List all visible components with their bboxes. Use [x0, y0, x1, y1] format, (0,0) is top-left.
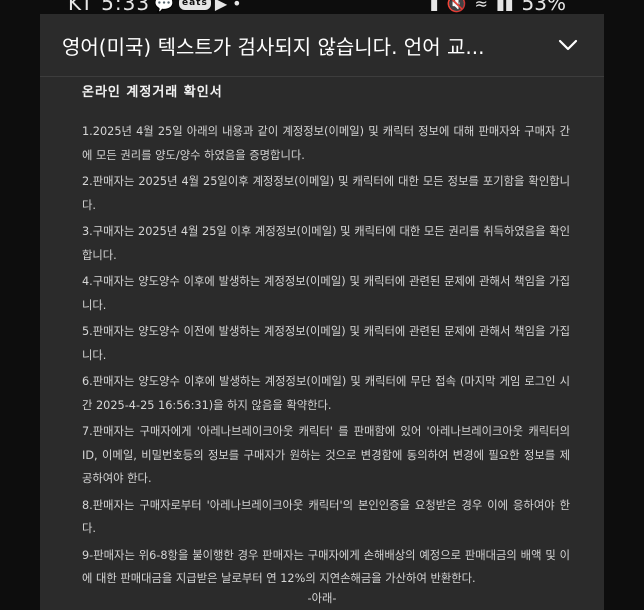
section-marker: -아래- [307, 592, 337, 605]
translation-sheet: 영어(미국) 텍스트가 검사되지 않습니다. 언어 교... 온라인 계정거래 … [40, 14, 604, 610]
sim-icon: ▮ [429, 0, 439, 13]
status-time: KT 5:33 [68, 0, 151, 14]
eats-app-icon: eats [178, 0, 211, 10]
sheet-header: 영어(미국) 텍스트가 검사되지 않습니다. 언어 교... [40, 14, 604, 77]
clause-7: 7.판매자는 구매자에게 '아레나브레이크아웃 캐릭터' 를 판매함에 있어 '… [82, 425, 570, 485]
wifi-icon: ≈ [474, 0, 488, 13]
chat-bubble-icon: 💬 [154, 0, 175, 13]
battery-level: 53% [521, 0, 566, 14]
status-bar-right: ▮ 🔇 ≈ ▮▮ 53% [430, 0, 566, 14]
clause-3: 3.구매자는 2025년 4월 25일 이후 계정정보(이메일) 및 캐릭터에 … [82, 225, 570, 262]
document-title: 온라인 계정거래 확인서 [82, 85, 223, 100]
mute-icon: 🔇 [446, 0, 467, 13]
clause-9: 9-판매자는 위6-8항을 불이행한 경우 판매자는 구매자에게 손해배상의 예… [82, 548, 570, 586]
status-bar-left: KT 5:33 💬 eats ▶ • [68, 0, 243, 14]
clause-8: 8.판매자는 구매자로부터 '아레나브레이크아웃 캐릭터'의 본인인증을 요청받… [82, 498, 570, 536]
language-warning-title: 영어(미국) 텍스트가 검사되지 않습니다. 언어 교... [62, 35, 485, 59]
clause-2: 2.판매자는 2025년 4월 25일이후 계정정보(이메일) 및 캐릭터에 대… [82, 175, 570, 212]
notification-dot-icon: • [232, 0, 243, 13]
document-body: 온라인 계정거래 확인서 1.2025년 4월 25일 아래의 내용과 같이 계… [82, 84, 570, 594]
clause-1: 1.2025년 4월 25일 아래의 내용과 같이 계정정보(이메일) 및 캐릭… [82, 125, 570, 162]
play-icon: ▶ [214, 0, 229, 13]
chevron-down-icon [558, 39, 578, 51]
status-bar: KT 5:33 💬 eats ▶ • ▮ 🔇 ≈ ▮▮ 53% [0, 0, 644, 14]
clause-4: 4.구매자는 양도양수 이후에 발생하는 계정정보(이메일) 및 캐릭터에 관련… [82, 275, 570, 312]
clause-6: 6.판매자는 양도양수 이후에 발생하는 계정정보(이메일) 및 캐릭터에 무단… [82, 375, 570, 412]
signal-icon: ▮▮ [495, 0, 514, 13]
clause-5: 5.판매자는 양도양수 이전에 발생하는 계정정보(이메일) 및 캐릭터에 관련… [82, 325, 570, 362]
collapse-button[interactable] [554, 32, 582, 58]
